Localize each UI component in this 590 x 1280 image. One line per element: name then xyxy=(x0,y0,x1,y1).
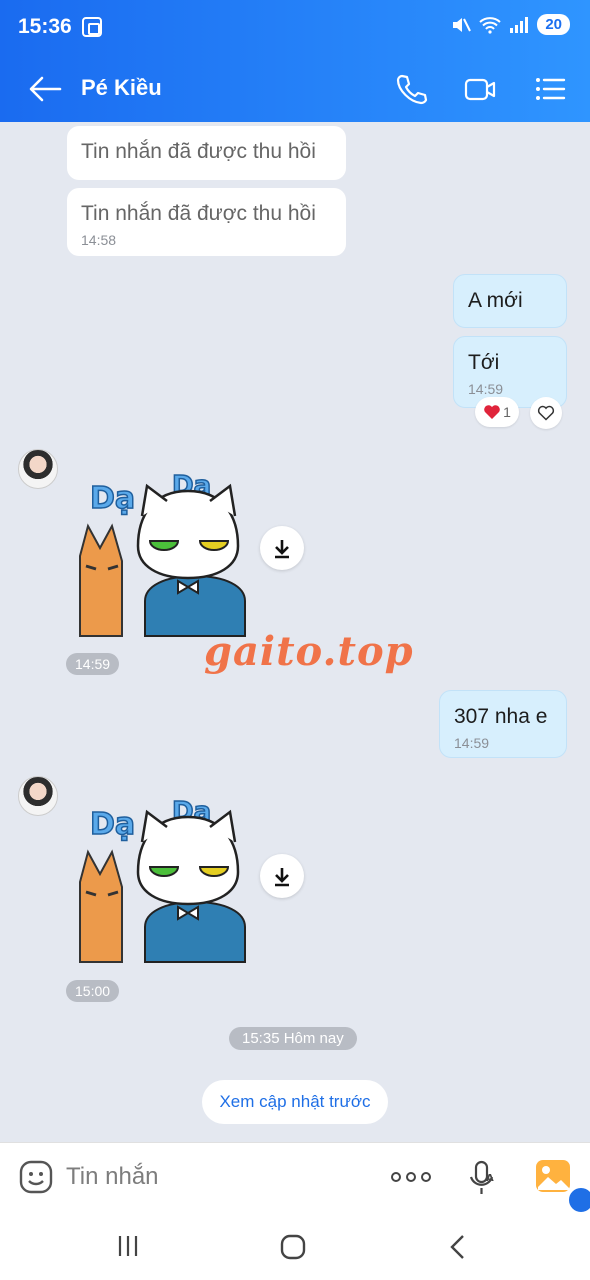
reaction-badge[interactable]: 1 xyxy=(475,397,519,427)
message-text: Tới xyxy=(468,351,500,374)
back-icon[interactable] xyxy=(448,1234,468,1260)
system-nav-bar xyxy=(0,1212,590,1280)
voice-to-text-icon[interactable]: A xyxy=(466,1159,500,1197)
message-recalled[interactable]: Tin nhắn đã được thu hồi 14:58 xyxy=(67,188,346,256)
floating-bubble-icon[interactable] xyxy=(566,1185,590,1215)
message-composer: Tin nhắn A xyxy=(0,1142,590,1215)
svg-text:A: A xyxy=(486,1173,494,1184)
message-text: A mới xyxy=(468,289,523,312)
gallery-icon[interactable] xyxy=(535,1159,571,1193)
phone-icon[interactable] xyxy=(394,72,428,106)
watermark: gaito.top xyxy=(204,628,414,675)
message-recalled[interactable]: Tin nhắn đã được thu hồi xyxy=(67,126,346,180)
heart-filled-icon xyxy=(484,405,500,419)
recent-apps-icon[interactable] xyxy=(116,1234,140,1258)
back-arrow-icon[interactable] xyxy=(28,74,62,104)
sticker-cats-da[interactable]: Dạ Dạ xyxy=(70,456,250,646)
video-call-icon[interactable] xyxy=(463,72,497,106)
message-outgoing[interactable]: 307 nha e 14:59 xyxy=(439,690,567,758)
emoji-icon[interactable] xyxy=(18,1159,54,1195)
status-time: 15:36 xyxy=(18,15,72,38)
top-bar: 15:36 20 Pé Kiều xyxy=(0,0,590,122)
battery-indicator: 20 xyxy=(537,14,570,35)
signal-icon xyxy=(510,16,529,33)
avatar[interactable] xyxy=(18,776,58,816)
screen-record-icon xyxy=(82,17,102,37)
like-button[interactable] xyxy=(530,397,562,429)
avatar[interactable] xyxy=(18,449,58,489)
message-time-pill: 15:00 xyxy=(66,980,120,1002)
sticker-text: Dạ xyxy=(90,481,135,516)
download-icon xyxy=(275,868,289,887)
home-icon[interactable] xyxy=(280,1234,306,1260)
status-icons: 20 xyxy=(451,14,570,35)
contact-name[interactable]: Pé Kiều xyxy=(81,75,162,101)
message-text: Tin nhắn đã được thu hồi xyxy=(81,140,316,163)
view-earlier-updates-button[interactable]: Xem cập nhật trước xyxy=(202,1080,388,1124)
status-bar: 15:36 20 xyxy=(0,0,590,56)
message-time: 14:58 xyxy=(81,232,117,248)
message-time: 14:59 xyxy=(454,735,490,751)
reaction-count: 1 xyxy=(503,404,511,420)
message-time: 14:59 xyxy=(468,381,504,397)
download-icon xyxy=(275,540,289,559)
menu-list-icon[interactable] xyxy=(533,72,567,106)
message-input[interactable]: Tin nhắn xyxy=(66,1163,159,1191)
download-button[interactable] xyxy=(260,526,304,570)
chat-header: Pé Kiều xyxy=(0,56,590,122)
heart-outline-icon xyxy=(537,405,555,421)
message-text: Tin nhắn đã được thu hồi xyxy=(81,202,316,225)
message-text: 307 nha e xyxy=(454,705,548,728)
sticker-text: Dạ xyxy=(90,807,135,842)
message-time-pill: 14:59 xyxy=(66,653,120,675)
sticker-cats-da[interactable]: Dạ Dạ xyxy=(70,782,250,972)
wifi-icon xyxy=(479,16,501,34)
date-divider: 15:35 Hôm nay xyxy=(229,1027,357,1050)
message-outgoing[interactable]: A mới xyxy=(453,274,567,328)
more-options-icon[interactable] xyxy=(390,1169,432,1185)
mute-icon xyxy=(453,17,472,32)
download-button[interactable] xyxy=(260,854,304,898)
